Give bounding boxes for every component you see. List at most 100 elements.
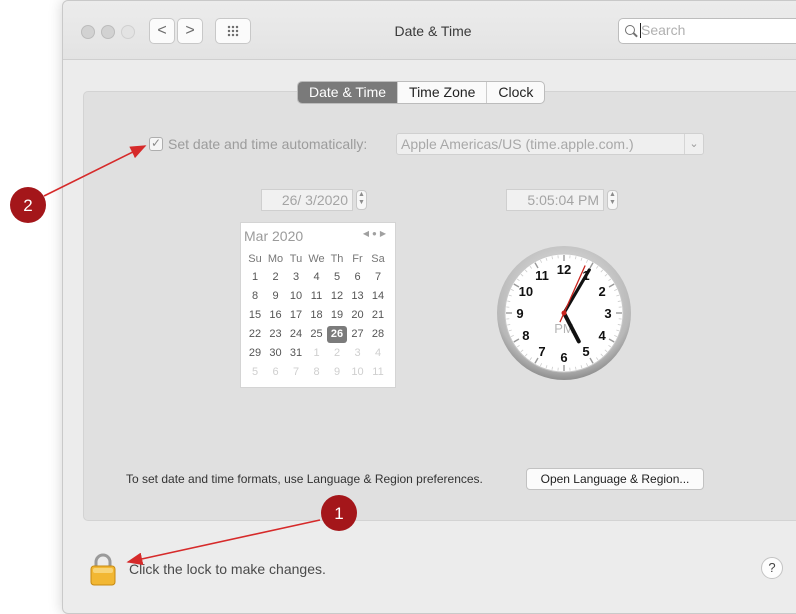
calendar-day[interactable]: 13 bbox=[348, 288, 368, 305]
lock-icon[interactable] bbox=[89, 552, 117, 586]
clock-number: 7 bbox=[538, 344, 545, 359]
calendar-nav[interactable]: ◀●▶ bbox=[363, 229, 389, 238]
calendar-day[interactable]: 10 bbox=[286, 288, 306, 305]
calendar-day[interactable]: 6 bbox=[266, 364, 286, 381]
minimize-window-button[interactable] bbox=[101, 25, 115, 39]
analog-clock: 121234567891011 PM bbox=[495, 244, 633, 382]
calendar-day[interactable]: 8 bbox=[307, 364, 327, 381]
grid-icon bbox=[227, 25, 239, 37]
calendar-day[interactable]: 3 bbox=[348, 345, 368, 362]
calendar-day[interactable]: 23 bbox=[266, 326, 286, 343]
calendar-day[interactable]: 4 bbox=[368, 345, 388, 362]
calendar-day[interactable]: 29 bbox=[245, 345, 265, 362]
calendar-day[interactable]: 30 bbox=[266, 345, 286, 362]
clock-number: 5 bbox=[582, 344, 589, 359]
date-field[interactable]: 26/ 3/2020 bbox=[261, 189, 353, 211]
search-input[interactable]: Search bbox=[618, 18, 796, 44]
calendar-day[interactable]: 28 bbox=[368, 326, 388, 343]
calendar-month-label: Mar 2020 bbox=[244, 228, 303, 244]
clock-number: 8 bbox=[522, 328, 529, 343]
date-time-panel: Set date and time automatically: Apple A… bbox=[83, 91, 796, 521]
tab-clock[interactable]: Clock bbox=[486, 82, 544, 103]
calendar-day[interactable]: 1 bbox=[307, 345, 327, 362]
weekday-label: We bbox=[307, 251, 327, 268]
calendar-day[interactable]: 16 bbox=[266, 307, 286, 324]
clock-number: 6 bbox=[560, 350, 567, 365]
calendar-day[interactable]: 17 bbox=[286, 307, 306, 324]
formats-note: To set date and time formats, use Langua… bbox=[126, 472, 483, 486]
calendar-day[interactable]: 19 bbox=[327, 307, 347, 324]
calendar-day[interactable]: 27 bbox=[348, 326, 368, 343]
calendar-day[interactable]: 3 bbox=[286, 269, 306, 286]
chevron-right-icon: > bbox=[185, 22, 194, 39]
show-all-button[interactable] bbox=[215, 18, 251, 44]
clock-number: 9 bbox=[516, 306, 523, 321]
zoom-window-button[interactable] bbox=[121, 25, 135, 39]
chevron-left-icon: < bbox=[157, 22, 166, 39]
time-server-value: Apple Americas/US (time.apple.com.) bbox=[401, 134, 634, 154]
weekday-label: Fr bbox=[348, 251, 368, 268]
chevron-down-icon: ⌄ bbox=[684, 134, 703, 154]
clock-center-pin bbox=[562, 311, 567, 316]
calendar-day[interactable]: 24 bbox=[286, 326, 306, 343]
calendar-day[interactable]: 15 bbox=[245, 307, 265, 324]
calendar-day[interactable]: 11 bbox=[307, 288, 327, 305]
calendar-day[interactable]: 5 bbox=[327, 269, 347, 286]
auto-time-label: Set date and time automatically: bbox=[168, 136, 367, 152]
calendar-day[interactable]: 6 bbox=[348, 269, 368, 286]
calendar-day[interactable]: 14 bbox=[368, 288, 388, 305]
calendar-day[interactable]: 8 bbox=[245, 288, 265, 305]
weekday-label: Th bbox=[327, 251, 347, 268]
tab-time-zone[interactable]: Time Zone bbox=[397, 82, 486, 103]
calendar-day[interactable]: 7 bbox=[368, 269, 388, 286]
calendar-day[interactable]: 31 bbox=[286, 345, 306, 362]
calendar-day[interactable]: 22 bbox=[245, 326, 265, 343]
weekday-label: Sa bbox=[368, 251, 388, 268]
calendar-day[interactable]: 7 bbox=[286, 364, 306, 381]
calendar-day[interactable]: 12 bbox=[327, 288, 347, 305]
calendar-day[interactable]: 9 bbox=[266, 288, 286, 305]
calendar-day[interactable]: 21 bbox=[368, 307, 388, 324]
calendar-day[interactable]: 11 bbox=[368, 364, 388, 381]
calendar-day[interactable]: 4 bbox=[307, 269, 327, 286]
close-window-button[interactable] bbox=[81, 25, 95, 39]
clock-number: 12 bbox=[557, 262, 571, 277]
calendar-day[interactable]: 1 bbox=[245, 269, 265, 286]
title-bar: < > Date & Time Search bbox=[63, 1, 796, 60]
time-field[interactable]: 5:05:04 PM bbox=[506, 189, 604, 211]
time-stepper[interactable]: ▲▼ bbox=[607, 190, 618, 210]
weekday-label: Mo bbox=[266, 251, 286, 268]
date-stepper[interactable]: ▲▼ bbox=[356, 190, 367, 210]
calendar-day[interactable]: 25 bbox=[307, 326, 327, 343]
clock-number: 2 bbox=[598, 284, 605, 299]
annotation-number-2: 2 bbox=[23, 196, 32, 215]
search-placeholder: Search bbox=[641, 19, 685, 42]
calendar-day[interactable]: 20 bbox=[348, 307, 368, 324]
annotation-badge-2 bbox=[10, 187, 46, 223]
search-icon bbox=[625, 25, 635, 35]
clock-number: 4 bbox=[598, 328, 606, 343]
auto-time-checkbox[interactable] bbox=[149, 137, 163, 151]
preferences-window: < > Date & Time Search Date & Time Time … bbox=[62, 0, 796, 614]
weekday-label: Su bbox=[245, 251, 265, 268]
calendar-day[interactable]: 5 bbox=[245, 364, 265, 381]
calendar-day[interactable]: 26 bbox=[327, 326, 347, 343]
clock-number: 11 bbox=[535, 268, 549, 283]
calendar-day[interactable]: 9 bbox=[327, 364, 347, 381]
calendar-day[interactable]: 10 bbox=[348, 364, 368, 381]
forward-button[interactable]: > bbox=[177, 18, 203, 44]
lock-label: Click the lock to make changes. bbox=[129, 561, 326, 577]
calendar-day[interactable]: 2 bbox=[266, 269, 286, 286]
clock-number: 3 bbox=[604, 306, 611, 321]
tab-date-time[interactable]: Date & Time bbox=[298, 82, 397, 103]
clock-number: 10 bbox=[519, 284, 533, 299]
calendar-day[interactable]: 2 bbox=[327, 345, 347, 362]
calendar: Mar 2020 ◀●▶ SuMoTuWeThFrSa 123456789101… bbox=[240, 222, 396, 388]
window-title: Date & Time bbox=[353, 23, 513, 39]
back-button[interactable]: < bbox=[149, 18, 175, 44]
open-language-region-button[interactable]: Open Language & Region... bbox=[526, 468, 704, 490]
calendar-day[interactable]: 18 bbox=[307, 307, 327, 324]
time-server-select[interactable]: Apple Americas/US (time.apple.com.) ⌄ bbox=[396, 133, 704, 155]
tab-bar: Date & Time Time Zone Clock bbox=[297, 81, 545, 104]
help-button[interactable]: ? bbox=[761, 557, 783, 579]
